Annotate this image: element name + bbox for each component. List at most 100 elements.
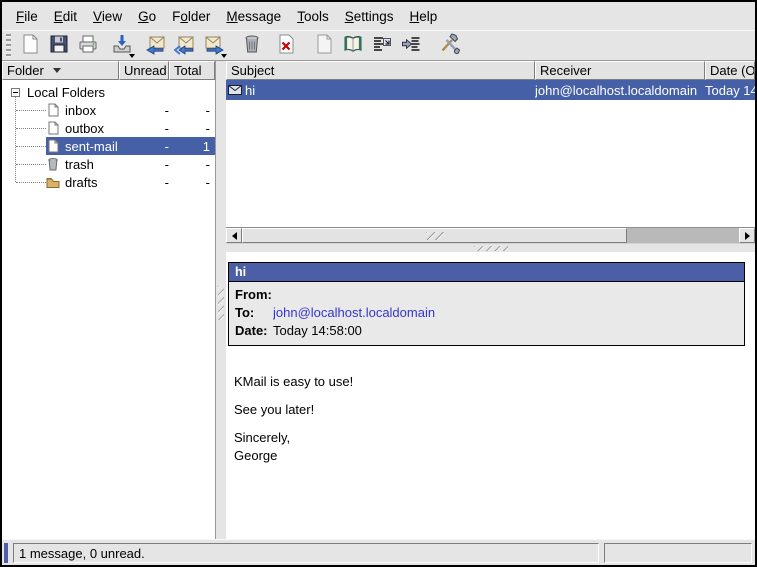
- floppy-disk-icon: [48, 33, 70, 58]
- body-line: George: [234, 448, 745, 466]
- folder-row-outbox[interactable]: outbox - -: [2, 119, 215, 137]
- print-button[interactable]: [74, 32, 101, 59]
- folder-label: inbox: [65, 103, 129, 118]
- save-button[interactable]: [45, 32, 72, 59]
- total-column-header[interactable]: Total: [169, 61, 215, 80]
- folder-row-local-folders[interactable]: Local Folders: [2, 83, 215, 101]
- menu-help[interactable]: Help: [402, 6, 446, 27]
- receiver-column-header[interactable]: Receiver: [535, 61, 705, 80]
- tree-branch-stub: [16, 128, 46, 129]
- configure-button[interactable]: [435, 32, 462, 59]
- splitter-grip: [218, 286, 224, 320]
- date-value: Today 14:58:00: [273, 322, 744, 340]
- tree-branch-stub: [16, 110, 46, 111]
- total-count: -: [175, 157, 215, 172]
- vertical-splitter[interactable]: [216, 61, 226, 539]
- folder-row-inbox[interactable]: inbox - -: [2, 101, 215, 119]
- trash-icon: [46, 157, 60, 171]
- body-line: [234, 420, 745, 430]
- reply-all-button[interactable]: [171, 32, 198, 59]
- status-message-panel: 1 message, 0 unread.: [13, 543, 599, 563]
- scroll-right-button[interactable]: [739, 228, 755, 243]
- folder-list-header: Folder Unread Total: [2, 61, 215, 80]
- envelope-left-arrow-icon: [145, 33, 167, 58]
- thumb-grip: [426, 232, 444, 240]
- forward-button[interactable]: [200, 32, 227, 59]
- message-rows: hi john@localhost.localdomain Today 14: [226, 80, 755, 227]
- subject-column-header[interactable]: Subject: [226, 61, 535, 80]
- folder-row-drafts[interactable]: drafts - -: [2, 173, 215, 191]
- menu-message[interactable]: Message: [218, 6, 289, 27]
- move-to-trash-button[interactable]: [238, 32, 265, 59]
- tree-branch-stub: [16, 182, 46, 183]
- menu-bar: File Edit View Go Folder Message Tools S…: [2, 2, 755, 30]
- dropdown-caret-icon: [221, 54, 227, 58]
- document-icon: [46, 103, 60, 117]
- folder-label: Local Folders: [27, 85, 105, 100]
- menu-folder[interactable]: Folder: [164, 6, 218, 27]
- sort-down-arrow-icon: [53, 68, 61, 73]
- message-preview-pane: hi From: To: john@localhost.localdomain …: [226, 252, 755, 539]
- date-label: Date:: [229, 322, 273, 340]
- kmail-window: File Edit View Go Folder Message Tools S…: [0, 0, 757, 567]
- address-book-button[interactable]: [339, 32, 366, 59]
- menu-settings[interactable]: Settings: [337, 6, 402, 27]
- folder-row-sent-mail[interactable]: sent-mail - 1: [2, 137, 215, 155]
- main-toolbar: [2, 30, 755, 61]
- envelope-double-left-arrow-icon: [174, 33, 196, 58]
- apply-filters-button[interactable]: [397, 32, 424, 59]
- folder-label: outbox: [65, 121, 129, 136]
- menu-go[interactable]: Go: [130, 6, 164, 27]
- horizontal-splitter[interactable]: [226, 243, 755, 252]
- from-value: [273, 286, 744, 304]
- folder-row-trash[interactable]: trash - -: [2, 155, 215, 173]
- scrollbar-thumb[interactable]: [242, 228, 627, 243]
- menu-view[interactable]: View: [85, 6, 130, 27]
- hammer-wrench-icon: [438, 33, 460, 58]
- status-bar: 1 message, 0 unread.: [2, 539, 755, 565]
- message-list-header: Subject Receiver Date (O: [226, 61, 755, 80]
- total-count: -: [175, 121, 215, 136]
- folder-column-header[interactable]: Folder: [2, 61, 119, 80]
- scroll-left-button[interactable]: [226, 228, 242, 243]
- body-line: [234, 392, 745, 402]
- delete-button[interactable]: [272, 32, 299, 59]
- message-row[interactable]: hi john@localhost.localdomain Today 14: [226, 80, 755, 100]
- unread-count: -: [129, 157, 175, 172]
- folder-label: drafts: [65, 175, 129, 190]
- message-subject: hi: [245, 83, 255, 98]
- date-column-header[interactable]: Date (O: [705, 61, 755, 80]
- folder-pane: Folder Unread Total Local Folders inbox: [2, 61, 216, 539]
- printer-icon: [77, 33, 99, 58]
- new-page-button[interactable]: [310, 32, 337, 59]
- message-column: Subject Receiver Date (O hi john@localho…: [226, 61, 755, 539]
- horizontal-scrollbar: [226, 227, 755, 243]
- to-label: To:: [229, 304, 273, 322]
- check-mail-button[interactable]: [108, 32, 135, 59]
- scrollbar-track[interactable]: [627, 228, 739, 243]
- folder-icon: [46, 175, 60, 189]
- right-arrow-icon: [745, 232, 750, 240]
- collapse-expander-icon[interactable]: [11, 88, 20, 97]
- to-address-link[interactable]: john@localhost.localdomain: [273, 304, 744, 322]
- message-date: Today 14: [705, 83, 755, 98]
- status-right-panel: [604, 543, 752, 563]
- toolbar-drag-handle[interactable]: [6, 34, 11, 58]
- menu-file[interactable]: File: [8, 6, 46, 27]
- menu-tools[interactable]: Tools: [289, 6, 337, 27]
- message-header-box: hi From: To: john@localhost.localdomain …: [228, 262, 745, 346]
- new-message-button[interactable]: [16, 32, 43, 59]
- blank-page-icon: [19, 33, 41, 58]
- unread-column-header[interactable]: Unread: [119, 61, 169, 80]
- body-line: Sincerely,: [234, 430, 745, 448]
- tree-branch-stub: [16, 146, 46, 147]
- status-text: 1 message, 0 unread.: [19, 546, 145, 561]
- reply-button[interactable]: [142, 32, 169, 59]
- folder-label: sent-mail: [65, 139, 129, 154]
- message-title: hi: [235, 265, 246, 279]
- menu-edit[interactable]: Edit: [46, 6, 85, 27]
- left-arrow-icon: [232, 232, 237, 240]
- unread-count: -: [129, 121, 175, 136]
- create-filter-button[interactable]: [368, 32, 395, 59]
- message-list: Subject Receiver Date (O hi john@localho…: [226, 61, 755, 227]
